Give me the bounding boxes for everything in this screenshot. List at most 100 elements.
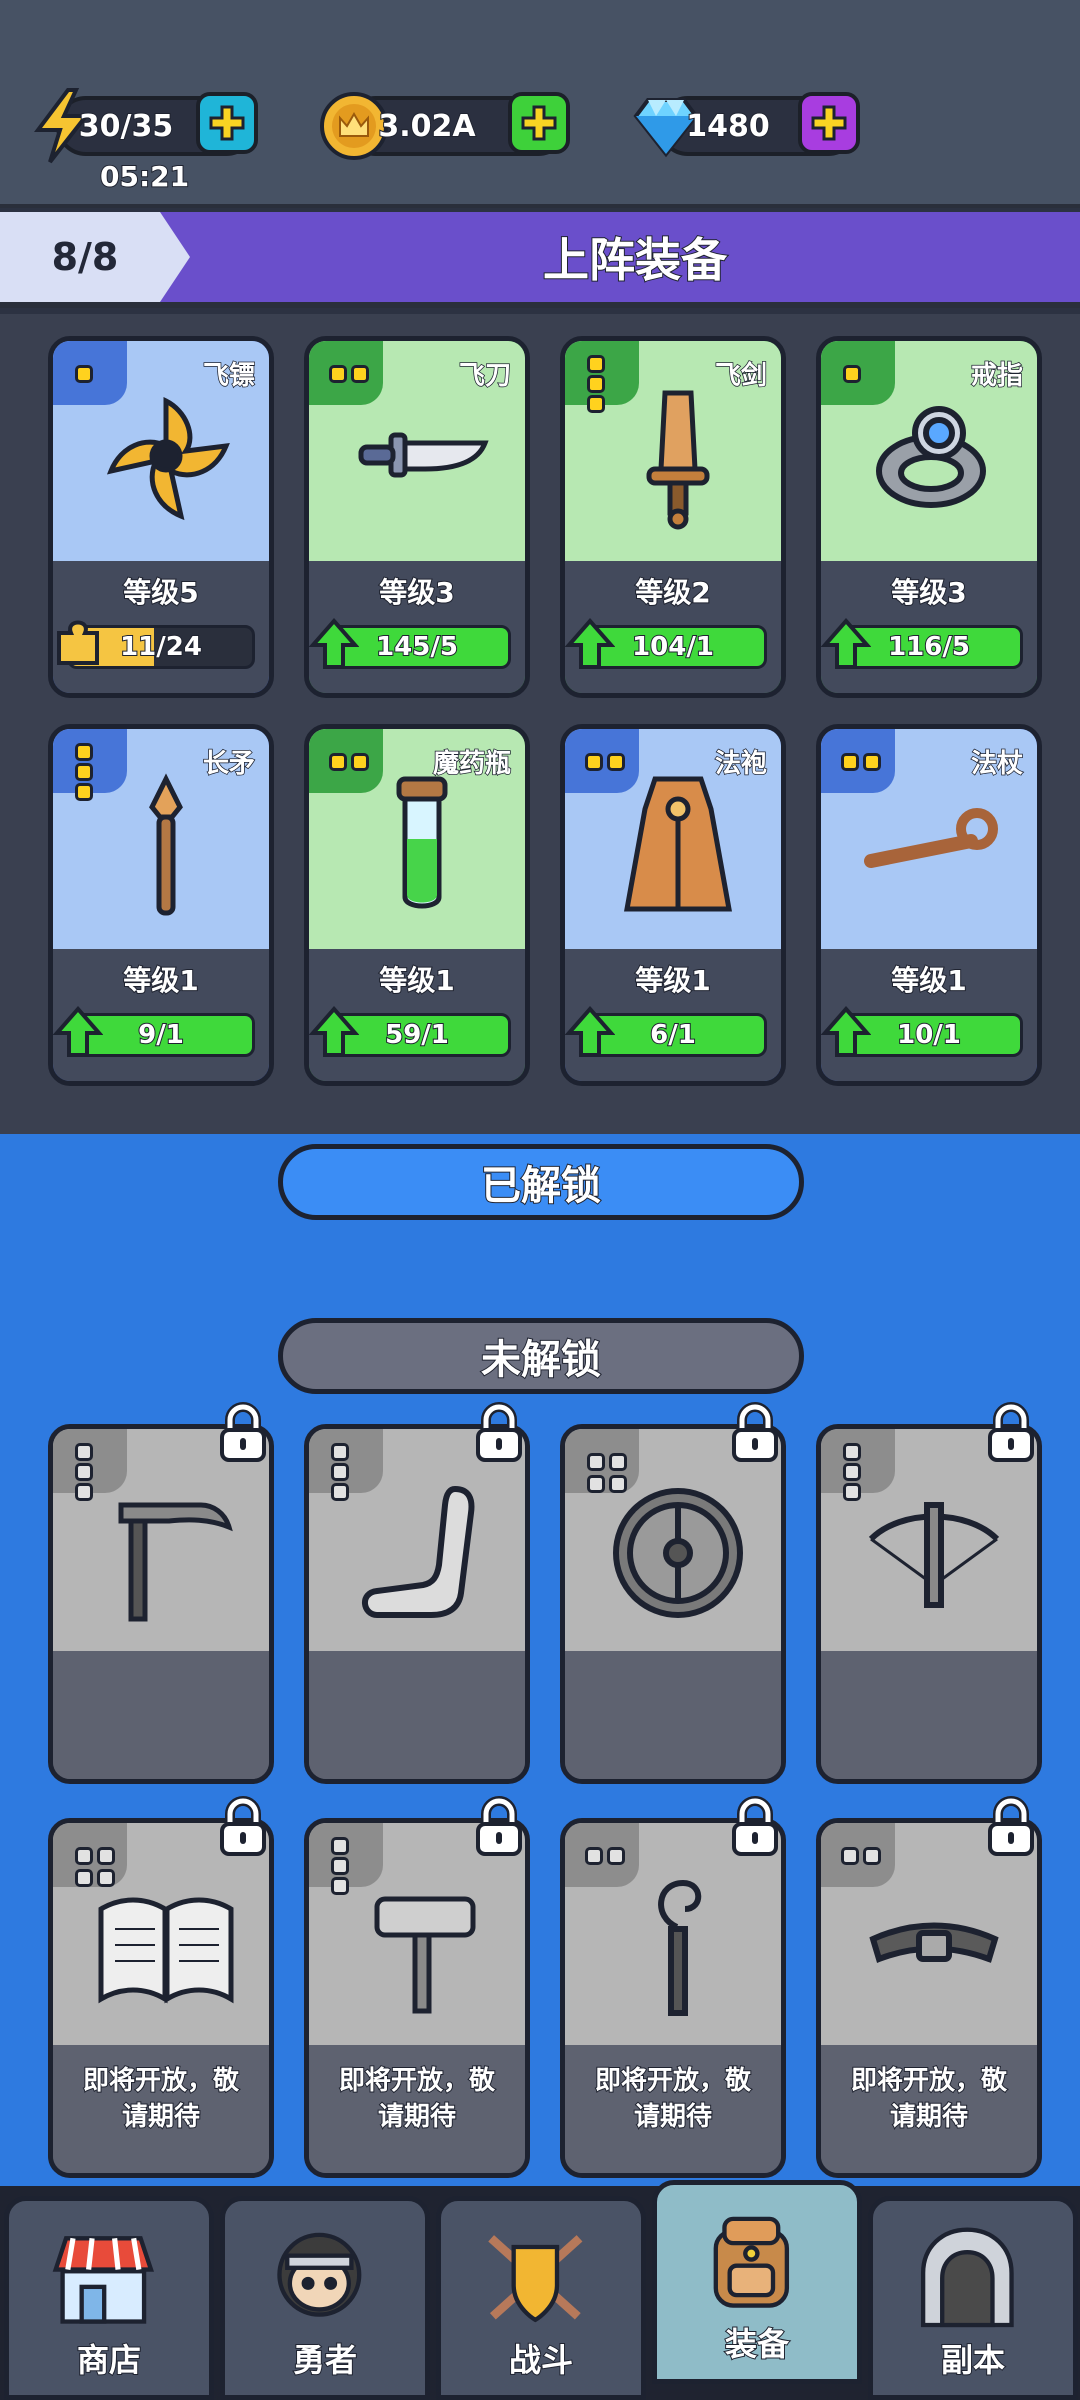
upgrade-arrow-icon	[821, 617, 871, 669]
equipment-level: 等级1	[122, 963, 199, 998]
equipment-card[interactable]: 飞镖 等级5 11/24	[48, 336, 274, 698]
equipment-level: 等级1	[890, 963, 967, 998]
rarity-pip	[587, 1453, 605, 1471]
locked-equipment-card[interactable]: 即将开放，敬 请期待	[304, 1818, 530, 2178]
rarity-pip	[609, 1453, 627, 1471]
hero-icon	[277, 2232, 362, 2317]
rarity-pip	[329, 753, 347, 771]
rarity-pip	[75, 1443, 93, 1461]
equipment-card[interactable]: 法袍 等级1 6/1	[560, 724, 786, 1086]
locked-equipment-card[interactable]	[560, 1424, 786, 1784]
potion-icon	[396, 776, 448, 909]
rarity-pip	[75, 743, 93, 761]
coming-soon-text: 即将开放，敬 请期待	[594, 2065, 752, 2133]
nav-tab[interactable]: 商店	[4, 2196, 214, 2400]
nav-tab-label: 商店	[76, 2340, 142, 2380]
equipped-header: 8/8 上阵装备	[0, 212, 1080, 308]
locked-equipment-card[interactable]: 即将开放，敬 请期待	[48, 1818, 274, 2178]
energy-plus-button[interactable]	[196, 92, 258, 154]
nav-tab[interactable]: 勇者	[220, 2196, 430, 2400]
plus-icon	[811, 105, 847, 141]
knife-icon	[358, 432, 489, 478]
locked-equipment-card[interactable]	[304, 1424, 530, 1784]
locked-equipment-card[interactable]: 即将开放，敬 请期待	[816, 1818, 1042, 2178]
resource-bar: 30/35 05:21 3.02A 1480	[0, 0, 1080, 208]
puzzle-piece-icon	[57, 620, 99, 665]
padlock-icon	[732, 1796, 778, 1856]
nav-tab[interactable]: 副本	[868, 2196, 1078, 2400]
gold-plus-button[interactable]	[508, 92, 570, 154]
card-footer	[565, 1651, 781, 1779]
upgrade-arrow-icon	[53, 1005, 103, 1057]
scythe-icon	[118, 1502, 233, 1622]
rarity-pip	[587, 355, 605, 373]
robe-icon	[624, 776, 732, 912]
battle-icon	[488, 2235, 583, 2323]
plus-icon	[209, 105, 245, 141]
padlock-icon	[476, 1796, 522, 1856]
upgrade-arrow-icon	[565, 617, 615, 669]
equipment-level: 等级3	[378, 575, 455, 610]
rarity-pip	[863, 1847, 881, 1865]
equipment-card[interactable]: 戒指 等级3 116/5	[816, 336, 1042, 698]
upgrade-arrow-icon	[565, 1005, 615, 1057]
upgrade-arrow-icon	[309, 1005, 359, 1057]
card-footer	[53, 1651, 269, 1779]
ring-icon	[876, 406, 986, 508]
equipment-card[interactable]: 魔药瓶 等级1 59/1	[304, 724, 530, 1086]
rarity-pip	[331, 1443, 349, 1461]
energy-counter: 30/35	[34, 88, 258, 164]
rarity-pip	[585, 1847, 603, 1865]
locked-section-button[interactable]: 未解锁	[278, 1318, 804, 1394]
equipped-count: 8/8	[51, 235, 119, 279]
padlock-icon	[988, 1796, 1034, 1856]
gold-value: 3.02A	[377, 108, 476, 145]
sword-icon	[646, 390, 710, 530]
gem-counter: 1480	[633, 92, 860, 158]
nav-tab[interactable]: 战斗	[436, 2196, 646, 2400]
unlocked-section-button[interactable]: 已解锁	[278, 1144, 804, 1220]
equipment-level: 等级1	[378, 963, 455, 998]
padlock-icon	[732, 1402, 778, 1462]
nav-tab[interactable]: 装备	[652, 2180, 862, 2384]
nav-tab-label: 战斗	[508, 2340, 574, 2380]
locked-equipment-card[interactable]: 即将开放，敬 请期待	[560, 1818, 786, 2178]
upgrade-arrow-icon	[309, 617, 359, 669]
locked-equipment-card[interactable]	[816, 1424, 1042, 1784]
nav-tab-label: 装备	[724, 2324, 790, 2364]
book-icon	[98, 1897, 234, 2004]
rarity-pip	[607, 1847, 625, 1865]
equipment-card[interactable]: 长矛 等级1 9/1	[48, 724, 274, 1086]
equipment-level: 等级2	[634, 575, 711, 610]
belt-icon	[869, 1922, 999, 1963]
nav-tab-label: 副本	[940, 2340, 1006, 2380]
boomerang-icon	[362, 1485, 475, 1618]
equipped-title: 上阵装备	[542, 232, 728, 288]
backpack-icon	[713, 2216, 790, 2308]
shuriken-icon	[106, 396, 230, 521]
rarity-pip	[585, 753, 603, 771]
spear-icon	[149, 773, 183, 916]
card-footer	[309, 1651, 525, 1779]
equipment-level: 等级1	[634, 963, 711, 998]
locked-equipment-card[interactable]	[48, 1424, 274, 1784]
padlock-icon	[476, 1402, 522, 1462]
rarity-pip	[329, 365, 347, 383]
equipment-level: 等级5	[122, 575, 199, 610]
gem-plus-button[interactable]	[798, 92, 860, 154]
upgrade-arrow-icon	[821, 1005, 871, 1057]
equipment-card[interactable]: 法杖 等级1 10/1	[816, 724, 1042, 1086]
equipment-card[interactable]: 飞刀 等级3 145/5	[304, 336, 530, 698]
coming-soon-text: 即将开放，敬 请期待	[850, 2065, 1008, 2133]
rarity-pip	[75, 1847, 93, 1865]
padlock-icon	[988, 1402, 1034, 1462]
energy-timer: 05:21	[99, 159, 190, 194]
padlock-icon	[220, 1402, 266, 1462]
equipment-card[interactable]: 飞剑 等级2 104/1	[560, 336, 786, 698]
gem-value: 1480	[685, 108, 771, 145]
equipment-level: 等级3	[890, 575, 967, 610]
crossbow-icon	[868, 1502, 1000, 1608]
shop-icon	[52, 2236, 155, 2324]
rarity-pip	[331, 1837, 349, 1855]
coming-soon-text: 即将开放，敬 请期待	[82, 2065, 240, 2133]
